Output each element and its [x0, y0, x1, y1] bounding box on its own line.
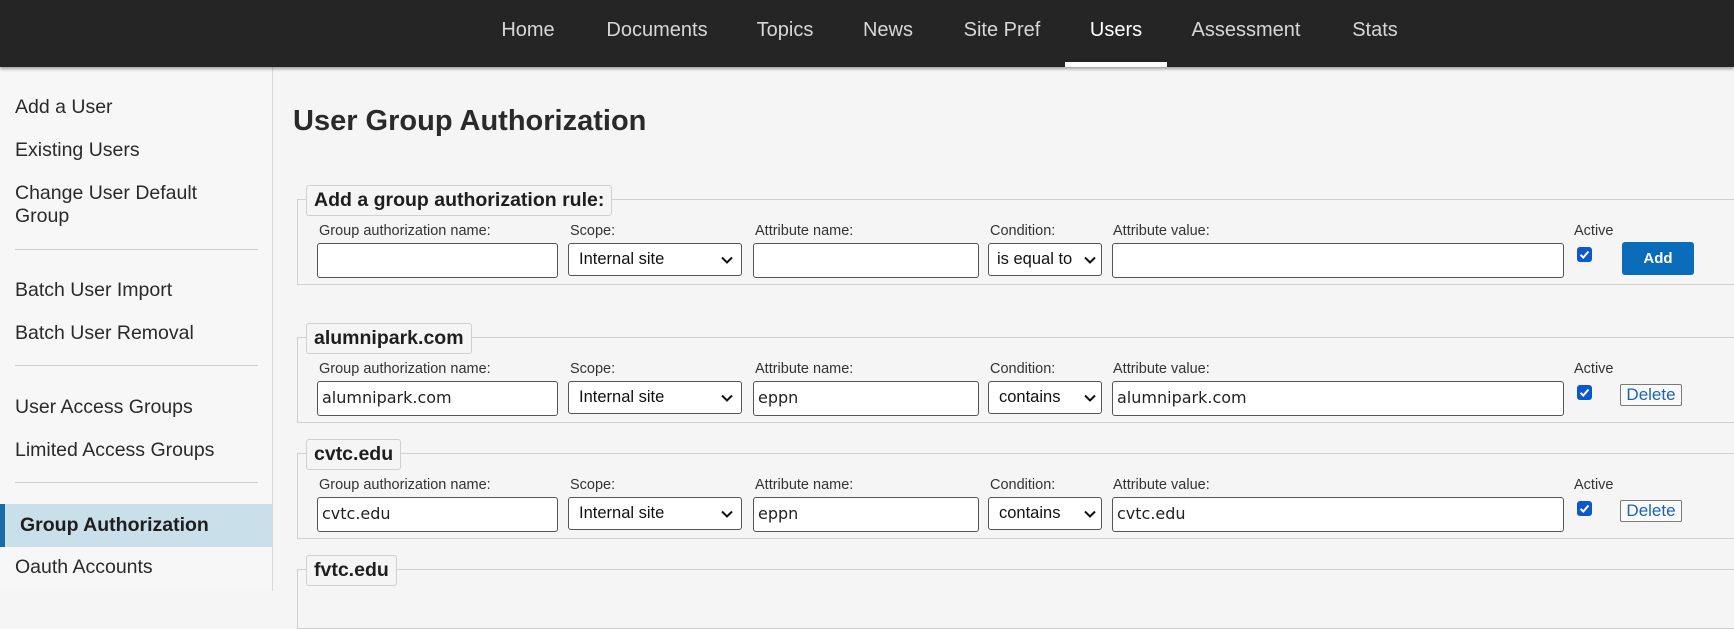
- sidebar-item-group-authorization[interactable]: Group Authorization: [0, 504, 272, 547]
- add-button[interactable]: Add: [1622, 242, 1694, 275]
- condition-select[interactable]: contains: [988, 497, 1102, 530]
- active-checkbox[interactable]: [1577, 501, 1592, 516]
- sidebar-item-batch-import[interactable]: Batch User Import: [15, 279, 255, 302]
- condition-label: Condition:: [990, 477, 1056, 493]
- nav-users-label: Users: [1089, 19, 1143, 41]
- attribute-value-label: Attribute value:: [1113, 361, 1210, 377]
- delete-button[interactable]: Delete: [1620, 384, 1682, 406]
- scope-select-value: Internal site: [579, 250, 665, 268]
- fieldset-legend: alumnipark.com: [306, 323, 472, 354]
- fieldset-legend: cvtc.edu: [306, 439, 402, 470]
- group-name-input[interactable]: alumnipark.com: [317, 381, 558, 416]
- nav-users[interactable]: Users: [1065, 0, 1167, 67]
- attribute-name-label: Attribute name:: [755, 223, 854, 239]
- scope-select-value: Internal site: [579, 388, 665, 406]
- fieldset-legend: Add a group authorization rule:: [306, 185, 613, 216]
- rule-fieldset-alumnipark: alumnipark.com Group authorization name:…: [297, 323, 1734, 423]
- sidebar-item-user-access-groups[interactable]: User Access Groups: [15, 396, 255, 419]
- active-checkbox[interactable]: [1577, 247, 1592, 262]
- scope-label: Scope:: [570, 361, 616, 377]
- attribute-value-label: Attribute value:: [1113, 223, 1210, 239]
- chevron-down-icon: [721, 256, 733, 264]
- nav-assessment[interactable]: Assessment: [1184, 0, 1308, 67]
- chevron-down-icon: [1084, 394, 1096, 402]
- sidebar-item-label: Group Authorization: [20, 514, 209, 536]
- attribute-name-label: Attribute name:: [755, 477, 854, 493]
- delete-button[interactable]: Delete: [1620, 500, 1682, 522]
- checkmark-icon: [1579, 504, 1590, 513]
- attribute-value-label: Attribute value:: [1113, 477, 1210, 493]
- checkmark-icon: [1579, 250, 1590, 259]
- sidebar-item-batch-removal[interactable]: Batch User Removal: [15, 322, 255, 345]
- sidebar-divider: [15, 365, 258, 366]
- sidebar-item-add-user[interactable]: Add a User: [15, 96, 255, 119]
- group-name-label: Group authorization name:: [319, 477, 491, 493]
- attribute-name-input[interactable]: eppn: [753, 497, 979, 532]
- top-navigation: Home Documents Topics News Site Pref Use…: [0, 0, 1734, 67]
- page-title: User Group Authorization: [293, 105, 647, 137]
- group-name-label: Group authorization name:: [319, 361, 491, 377]
- sidebar-item-existing-users[interactable]: Existing Users: [15, 139, 255, 162]
- condition-select-value: contains: [999, 504, 1061, 522]
- attribute-name-input[interactable]: eppn: [753, 381, 979, 416]
- condition-select[interactable]: contains: [988, 381, 1102, 414]
- condition-select[interactable]: is equal to: [988, 243, 1102, 276]
- nav-topics[interactable]: Topics: [745, 0, 825, 67]
- active-label: Active: [1574, 361, 1614, 377]
- condition-label: Condition:: [990, 361, 1056, 377]
- condition-label: Condition:: [990, 223, 1056, 239]
- sidebar-item-change-default-group[interactable]: Change User Default Group: [15, 182, 225, 228]
- active-checkbox[interactable]: [1577, 385, 1592, 400]
- checkmark-icon: [1579, 388, 1590, 397]
- chevron-down-icon: [1084, 256, 1096, 264]
- nav-site-pref[interactable]: Site Pref: [952, 0, 1052, 67]
- sidebar-divider: [15, 249, 258, 250]
- scope-label: Scope:: [570, 223, 616, 239]
- attribute-name-input[interactable]: [753, 243, 979, 278]
- active-label: Active: [1574, 477, 1614, 493]
- fieldset-legend: fvtc.edu: [306, 555, 397, 586]
- group-name-label: Group authorization name:: [319, 223, 491, 239]
- sidebar-divider: [15, 482, 258, 483]
- chevron-down-icon: [1084, 510, 1096, 518]
- attribute-name-label: Attribute name:: [755, 361, 854, 377]
- sidebar-item-oauth-accounts[interactable]: Oauth Accounts: [15, 556, 255, 579]
- scope-select[interactable]: Internal site: [568, 497, 742, 530]
- nav-home[interactable]: Home: [488, 0, 568, 67]
- active-label: Active: [1574, 223, 1614, 239]
- attribute-value-input[interactable]: alumnipark.com: [1112, 381, 1564, 416]
- active-tab-underline: [1065, 62, 1167, 67]
- sidebar: Add a User Existing Users Change User De…: [0, 67, 273, 591]
- group-name-input[interactable]: [317, 243, 558, 278]
- scope-select-value: Internal site: [579, 504, 665, 522]
- rule-fieldset-cvtc: cvtc.edu Group authorization name: cvtc.…: [297, 439, 1734, 539]
- condition-select-value: contains: [999, 388, 1061, 406]
- scope-label: Scope:: [570, 477, 616, 493]
- rule-fieldset-fvtc: fvtc.edu: [297, 555, 1734, 629]
- add-rule-fieldset: Add a group authorization rule: Group au…: [297, 185, 1734, 285]
- sidebar-item-limited-access-groups[interactable]: Limited Access Groups: [15, 439, 255, 462]
- nav-documents[interactable]: Documents: [592, 0, 722, 67]
- group-name-input[interactable]: cvtc.edu: [317, 497, 558, 532]
- scope-select[interactable]: Internal site: [568, 243, 742, 276]
- nav-news[interactable]: News: [850, 0, 926, 67]
- chevron-down-icon: [721, 394, 733, 402]
- attribute-value-input[interactable]: [1112, 243, 1564, 278]
- nav-stats[interactable]: Stats: [1340, 0, 1410, 67]
- scope-select[interactable]: Internal site: [568, 381, 742, 414]
- condition-select-value: is equal to: [997, 250, 1073, 268]
- attribute-value-input[interactable]: cvtc.edu: [1112, 497, 1564, 532]
- chevron-down-icon: [721, 510, 733, 518]
